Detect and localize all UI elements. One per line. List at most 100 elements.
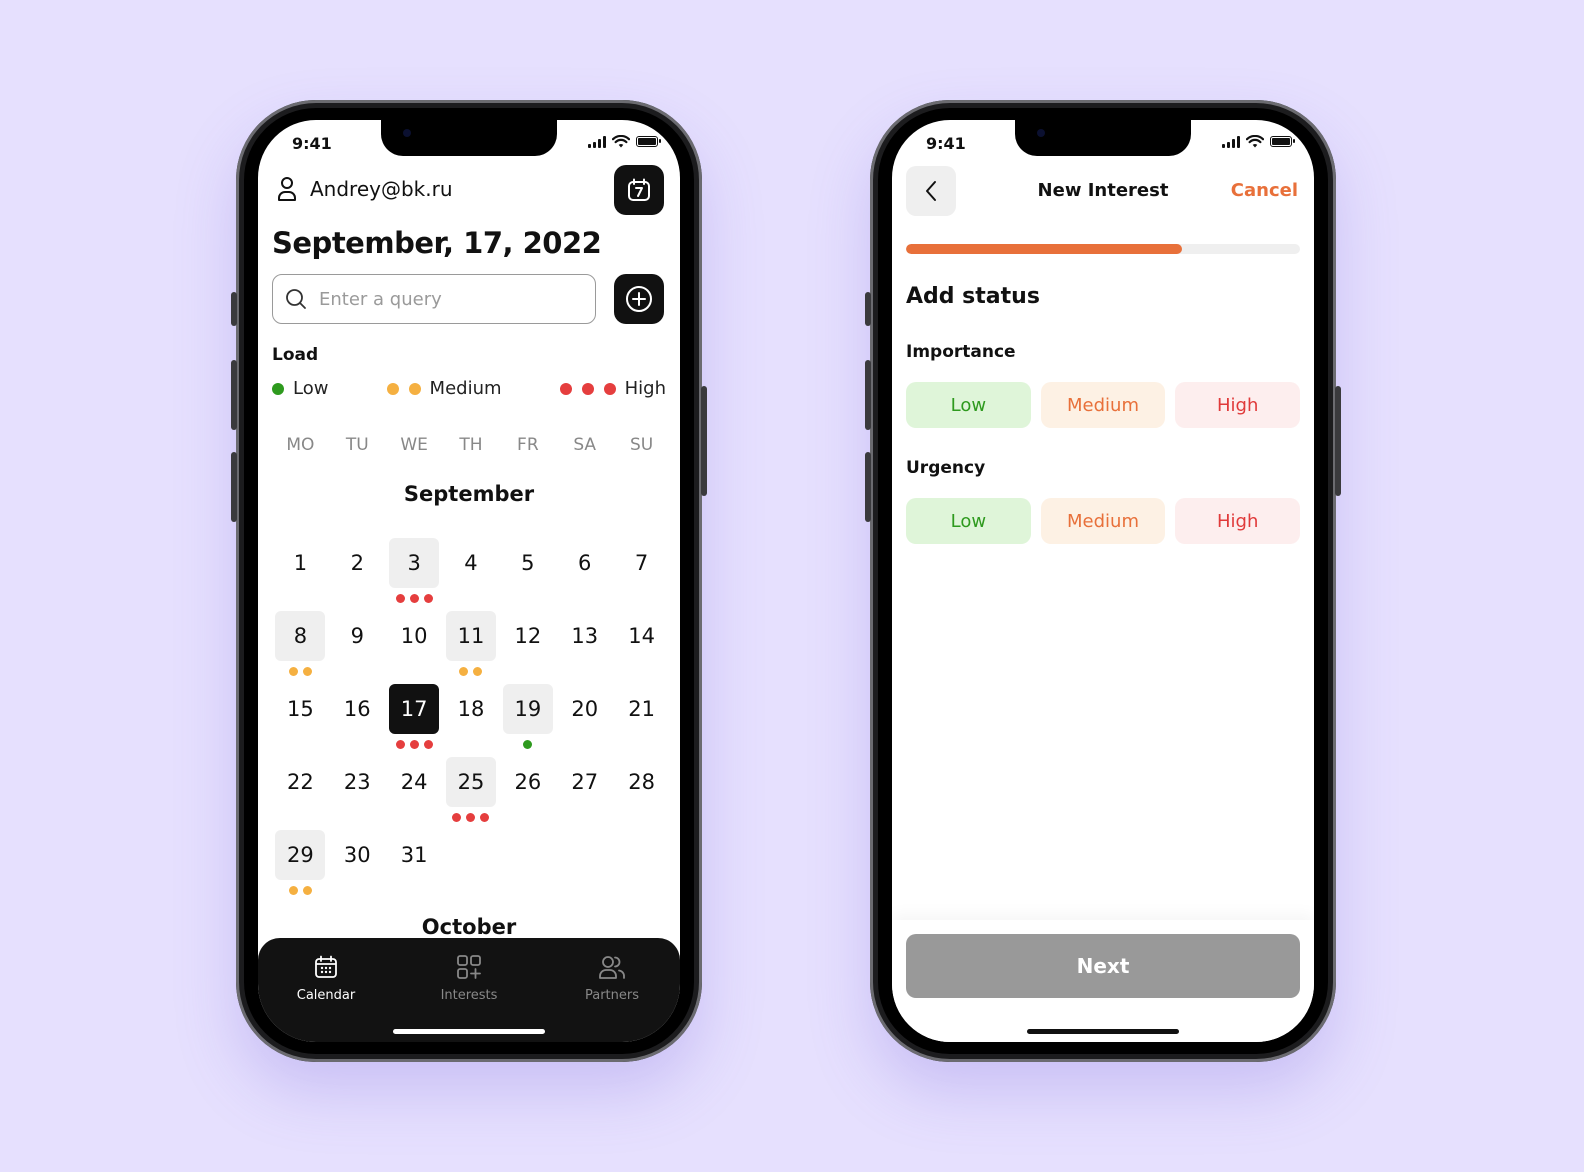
day-number: 25 (457, 770, 485, 794)
load-dot (459, 667, 469, 676)
calendar-day[interactable]: 21 (613, 684, 670, 734)
calendar-day[interactable]: 3 (386, 538, 443, 603)
day-number: 24 (400, 770, 428, 794)
calendar-day[interactable]: 29 (272, 830, 329, 895)
load-dot (395, 594, 405, 603)
legend-label: Medium (429, 378, 502, 399)
signal-icon (588, 135, 606, 148)
day-number: 18 (457, 697, 485, 721)
calendar-day[interactable]: 6 (556, 538, 613, 588)
section-title: Add status (906, 284, 1040, 309)
calendar-day[interactable]: 8 (272, 611, 329, 676)
calendar-day[interactable]: 9 (329, 611, 386, 661)
urgency-label: Urgency (906, 458, 986, 478)
load-dot (423, 740, 433, 749)
calendar-7-icon (628, 178, 650, 201)
load-markers (443, 667, 500, 676)
load-dot (559, 382, 572, 395)
importance-medium-button[interactable]: Medium (1040, 382, 1166, 428)
user-email: Andrey@bk.ru (310, 177, 453, 201)
progress-fill (906, 244, 1182, 254)
calendar-day[interactable]: 20 (556, 684, 613, 734)
legend-dots (386, 382, 421, 395)
weekday-label: TH (459, 435, 483, 455)
search-input[interactable] (317, 287, 571, 311)
calendar-day[interactable]: 11 (443, 611, 500, 676)
cancel-button[interactable]: Cancel (1231, 180, 1298, 201)
legend-label: High (624, 378, 666, 399)
calendar-day[interactable]: 22 (272, 757, 329, 807)
urgency-medium-button[interactable]: Medium (1040, 498, 1166, 544)
calendar-day[interactable]: 13 (556, 611, 613, 661)
calendar-day[interactable]: 16 (329, 684, 386, 734)
notch (381, 120, 557, 156)
battery-icon (636, 136, 661, 147)
calendar-day[interactable]: 25 (443, 757, 500, 822)
tab-partners[interactable]: Partners (552, 952, 672, 1003)
load-dot (302, 886, 312, 895)
day-number: 30 (343, 843, 371, 867)
calendar-icon (315, 955, 337, 978)
urgency-high-button[interactable]: High (1175, 498, 1301, 544)
calendar-day[interactable]: 2 (329, 538, 386, 588)
calendar-day[interactable]: 24 (386, 757, 443, 807)
status-time: 9:41 (926, 134, 966, 153)
phone-new-interest: 9:41 New Interest Cancel Add status Impo… (865, 100, 1341, 1062)
load-dot (466, 813, 476, 822)
calendar-day[interactable]: 30 (329, 830, 386, 880)
day-number: 9 (350, 624, 364, 648)
load-dot (395, 740, 405, 749)
legend-dots (559, 382, 616, 395)
volume-up-button (865, 360, 871, 430)
calendar-day[interactable]: 19 (499, 684, 556, 749)
tab-interests[interactable]: Interests (409, 952, 529, 1003)
day-number: 16 (343, 697, 371, 721)
grid-plus-icon (457, 955, 481, 979)
load-dot (288, 667, 298, 676)
calendar-day[interactable]: 23 (329, 757, 386, 807)
weekday-label: SA (573, 435, 597, 455)
calendar-day[interactable]: 14 (613, 611, 670, 661)
load-dot (581, 382, 594, 395)
home-indicator (1027, 1029, 1179, 1034)
calendar-day[interactable]: 12 (499, 611, 556, 661)
search-icon (286, 289, 306, 309)
calendar-day[interactable]: 26 (499, 757, 556, 807)
calendar-day[interactable]: 18 (443, 684, 500, 734)
phone-calendar: 9:41 Andrey@bk.ru September, 17, 2022 Lo… (231, 100, 707, 1062)
calendar-day[interactable]: 31 (386, 830, 443, 880)
urgency-low-button[interactable]: Low (906, 498, 1031, 544)
calendar-today-button[interactable] (614, 165, 664, 215)
day-number: 20 (571, 697, 599, 721)
load-dot (302, 667, 312, 676)
day-number: 31 (400, 843, 428, 867)
battery-icon (1270, 136, 1295, 147)
importance-low-button[interactable]: Low (906, 382, 1031, 428)
calendar-day[interactable]: 28 (613, 757, 670, 807)
search-box[interactable] (272, 274, 596, 324)
tab-calendar[interactable]: Calendar (266, 952, 386, 1003)
load-markers (272, 886, 329, 895)
calendar-day[interactable]: 4 (443, 538, 500, 588)
day-number: 11 (457, 624, 485, 648)
calendar-day[interactable]: 5 (499, 538, 556, 588)
load-dot (408, 382, 421, 395)
legend-item-high: High (559, 378, 666, 399)
importance-high-button[interactable]: High (1175, 382, 1301, 428)
add-button[interactable] (614, 274, 664, 324)
next-button[interactable]: Next (906, 934, 1300, 998)
user-row[interactable]: Andrey@bk.ru (276, 176, 453, 202)
month-title: September (403, 482, 535, 506)
weekday-label: SU (629, 435, 654, 455)
calendar-day[interactable]: 15 (272, 684, 329, 734)
importance-label: Importance (906, 342, 1016, 362)
tab-label: Interests (440, 988, 498, 1003)
calendar-day[interactable]: 1 (272, 538, 329, 588)
load-markers (272, 667, 329, 676)
day-number: 28 (628, 770, 655, 794)
calendar-day[interactable]: 17 (386, 684, 443, 749)
calendar-day[interactable]: 7 (613, 538, 670, 588)
day-number: 7 (634, 551, 649, 575)
calendar-day[interactable]: 10 (386, 611, 443, 661)
calendar-day[interactable]: 27 (556, 757, 613, 807)
